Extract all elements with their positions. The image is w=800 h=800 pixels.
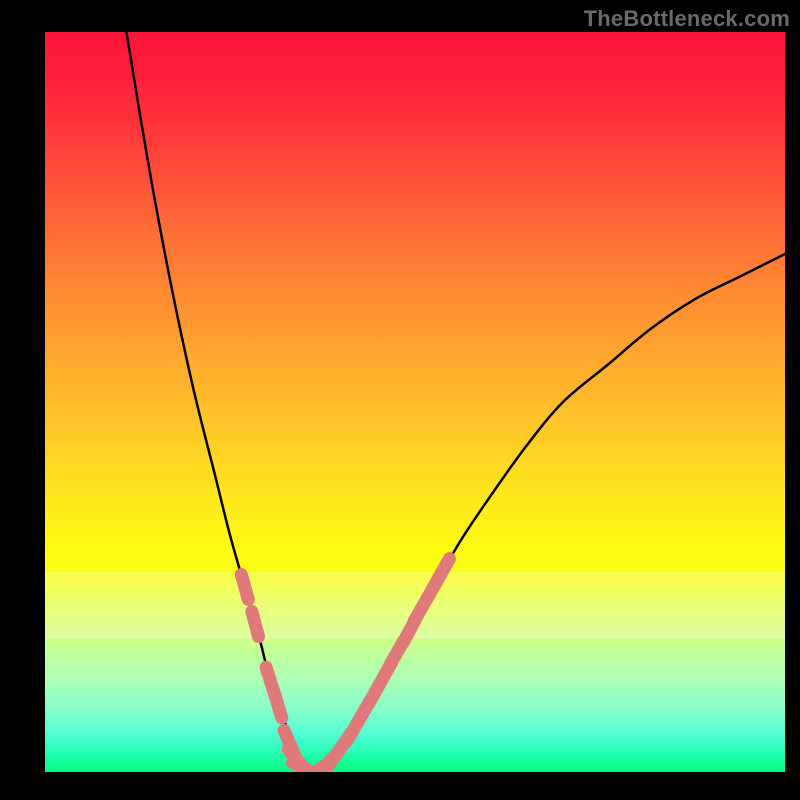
- left-marker: [252, 611, 259, 636]
- left-marker: [274, 693, 281, 718]
- plot-area: [45, 32, 785, 772]
- chart-stage: TheBottleneck.com: [0, 0, 800, 800]
- watermark-text: TheBottleneck.com: [584, 6, 790, 32]
- left-marker: [241, 574, 248, 599]
- curve-layer: [45, 32, 785, 772]
- right-marker: [437, 559, 450, 582]
- curve-left-branch: [126, 32, 311, 772]
- curve-right-branch: [311, 254, 785, 772]
